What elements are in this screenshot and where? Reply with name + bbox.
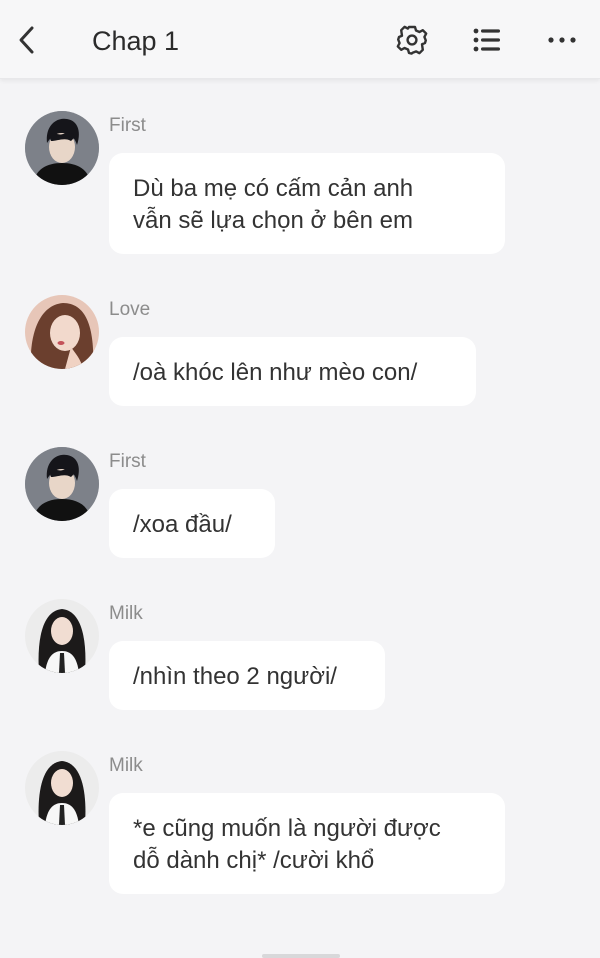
sender-name: First bbox=[109, 115, 146, 136]
avatar[interactable] bbox=[25, 111, 99, 185]
message-text: /oà khóc lên như mèo con/ bbox=[133, 359, 418, 386]
message-bubble[interactable]: /nhìn theo 2 người/ bbox=[109, 641, 385, 710]
more-options-button[interactable] bbox=[544, 22, 580, 58]
sender-name: Milk bbox=[109, 603, 143, 624]
message-text: /nhìn theo 2 người/ bbox=[133, 663, 337, 690]
female-avatar-image bbox=[25, 599, 99, 673]
message-bubble[interactable]: /oà khóc lên như mèo con/ bbox=[109, 337, 476, 406]
settings-button[interactable] bbox=[394, 22, 430, 58]
message-bubble[interactable]: *e cũng muốn là người được dỗ dành chị* … bbox=[109, 793, 505, 894]
page-title: Chap 1 bbox=[92, 26, 180, 56]
list-icon bbox=[473, 28, 500, 52]
scroll-indicator bbox=[262, 954, 340, 958]
message-text: Dù ba mẹ có cấm cản anh bbox=[133, 175, 414, 202]
gear-icon bbox=[396, 25, 428, 55]
female-avatar-image bbox=[25, 751, 99, 825]
avatar[interactable] bbox=[25, 599, 99, 673]
female-avatar-image bbox=[25, 295, 99, 369]
more-horizontal-icon bbox=[548, 37, 576, 43]
avatar[interactable] bbox=[25, 295, 99, 369]
top-bar: Chap 1 bbox=[0, 0, 600, 79]
male-avatar-image bbox=[25, 111, 99, 185]
message-bubble[interactable]: /xoa đầu/ bbox=[109, 489, 275, 558]
chevron-left-icon bbox=[19, 26, 34, 54]
avatar[interactable] bbox=[25, 447, 99, 521]
male-avatar-image bbox=[25, 447, 99, 521]
chapter-list-button[interactable] bbox=[469, 22, 505, 58]
sender-name: Milk bbox=[109, 755, 143, 776]
message-text: /xoa đầu/ bbox=[133, 511, 232, 538]
message-text: vẫn sẽ lựa chọn ở bên em bbox=[133, 207, 413, 234]
sender-name: First bbox=[109, 451, 146, 472]
avatar[interactable] bbox=[25, 751, 99, 825]
back-button[interactable] bbox=[12, 22, 44, 58]
message-text: dỗ dành chị* /cười khổ bbox=[133, 847, 375, 874]
message-text: *e cũng muốn là người được bbox=[133, 815, 441, 842]
message-bubble[interactable]: Dù ba mẹ có cấm cản anh vẫn sẽ lựa chọn … bbox=[109, 153, 505, 254]
sender-name: Love bbox=[109, 299, 151, 320]
